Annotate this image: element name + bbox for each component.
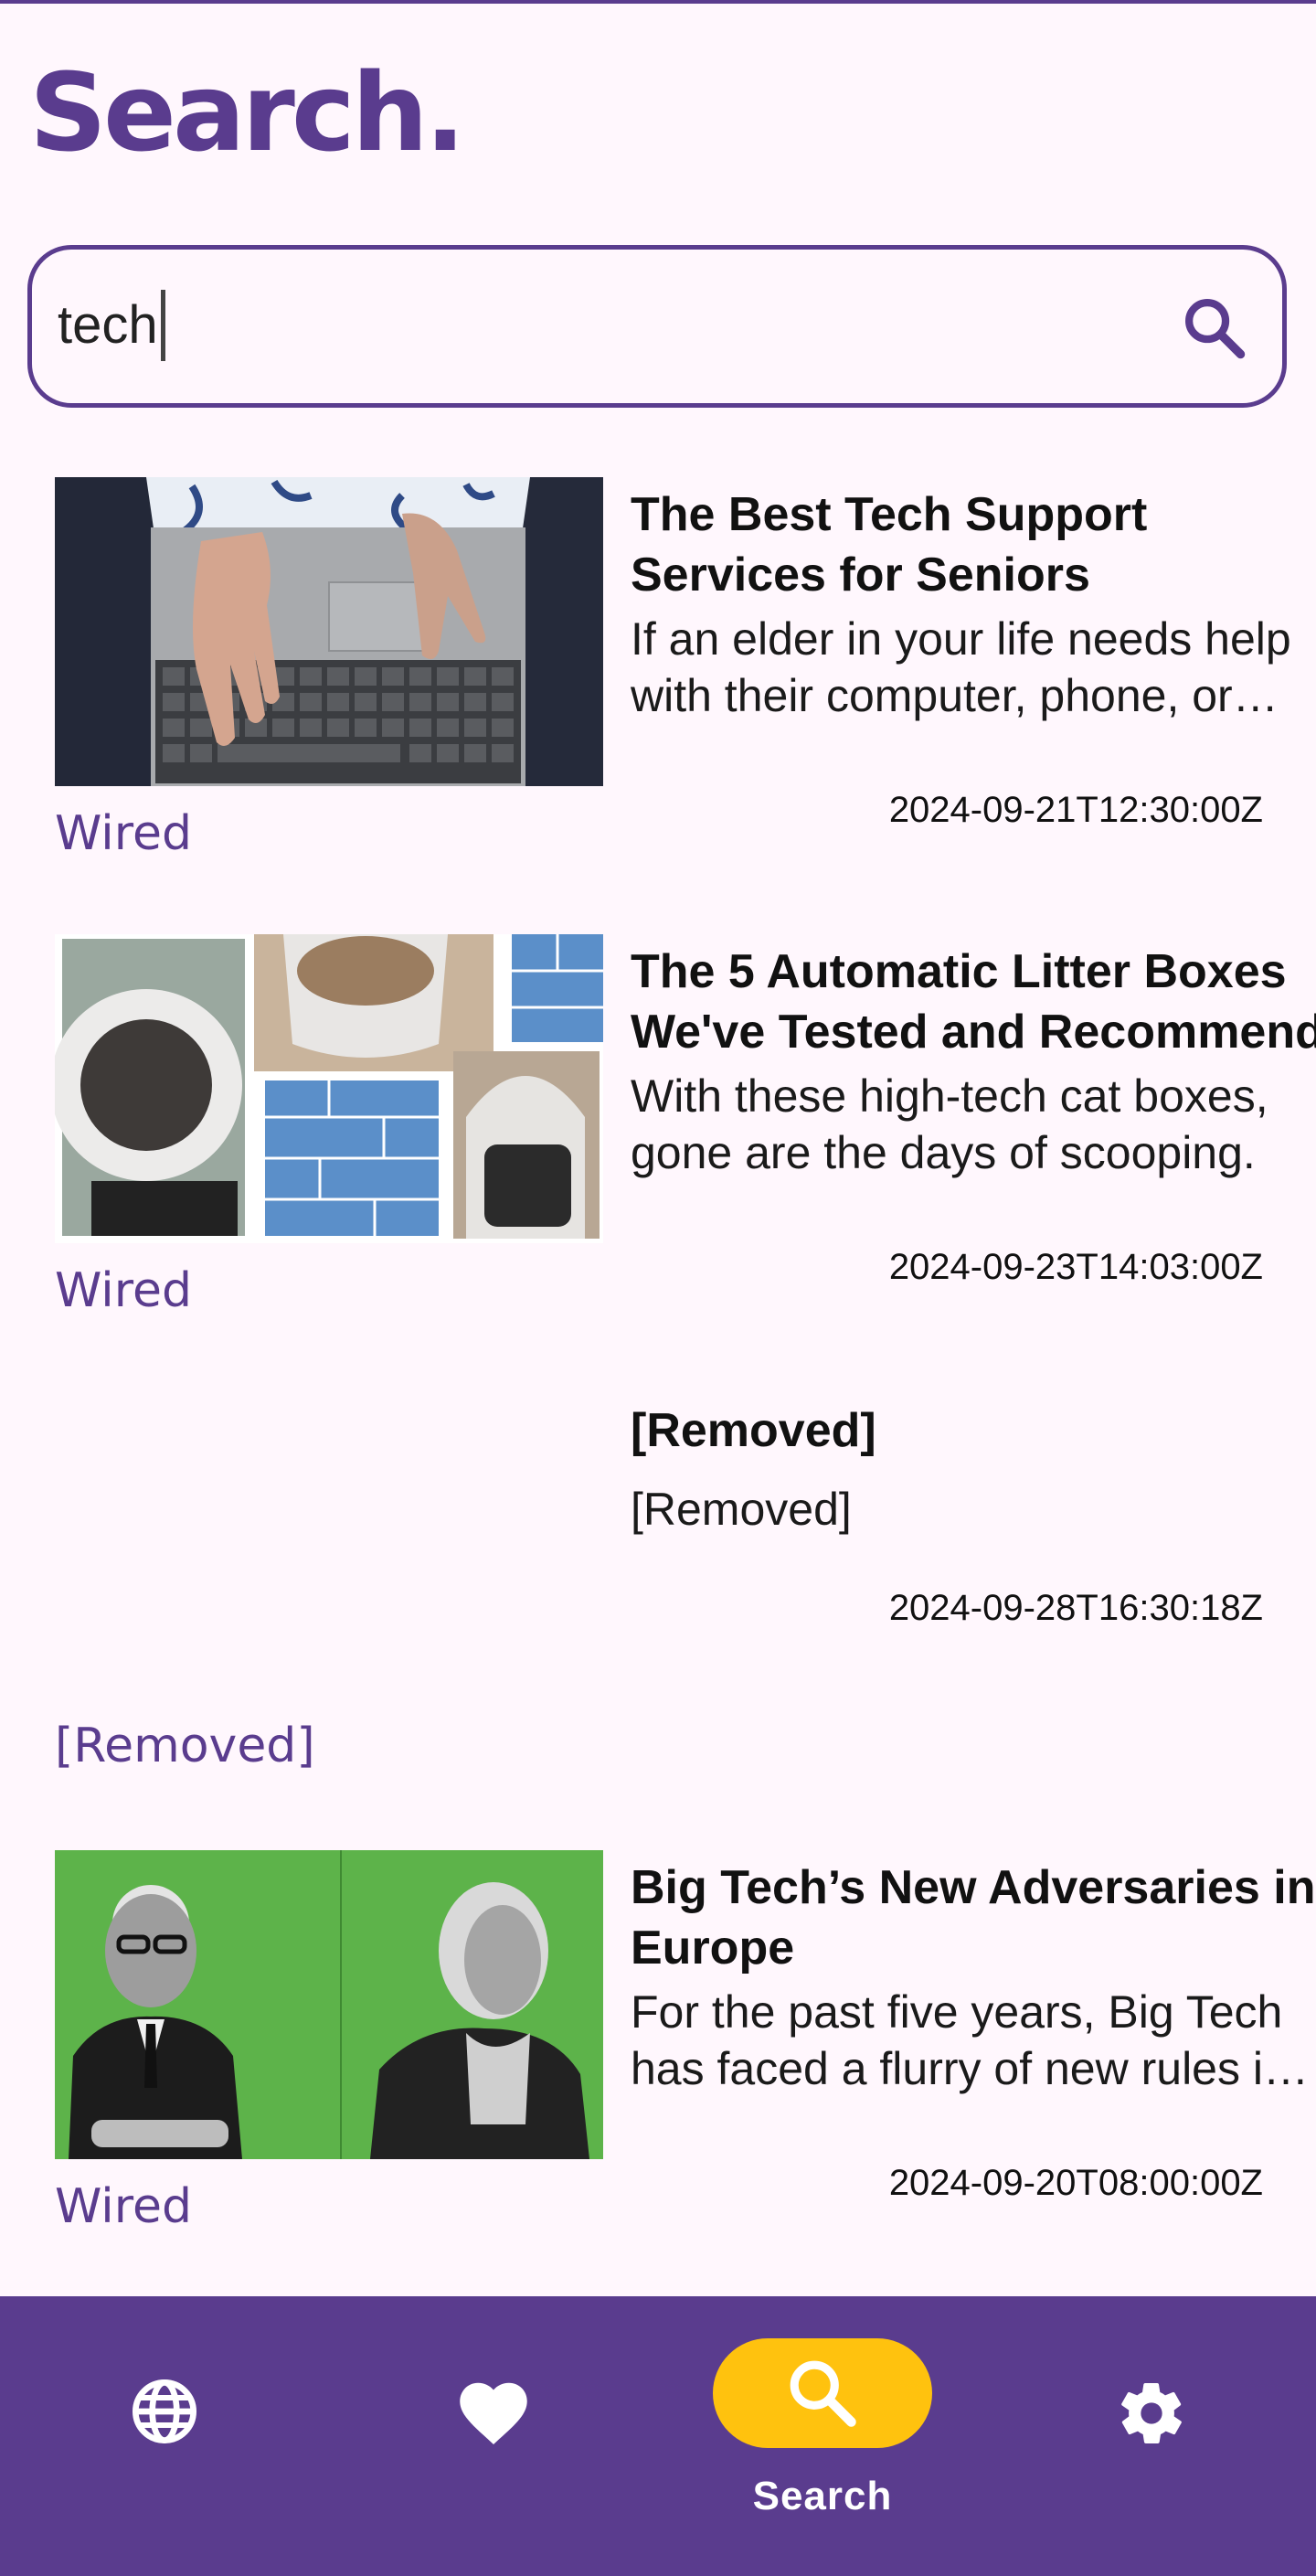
article-headline: The 5 Automatic Litter Boxes We've Teste… [631,945,1316,1059]
nav-item-settings[interactable] [987,2296,1316,2576]
search-icon[interactable] [1180,293,1249,363]
nav-item-explore[interactable] [0,2296,329,2576]
search-input[interactable]: tech [58,290,165,361]
article-card[interactable]: Big Tech’s New Adversaries in Europe For… [55,1850,1315,2234]
article-headline: Big Tech’s New Adversaries in Europe [631,1861,1316,1975]
article-description: With these high-tech cat boxes, gone are… [631,1070,1268,1178]
article-card[interactable]: The 5 Automatic Litter Boxes We've Teste… [55,934,1316,1318]
globe-icon [133,2379,196,2443]
page-title: Search. [29,49,466,176]
article-source: Wired [55,1263,192,1318]
nav-label-search: Search [752,2474,893,2518]
article-thumbnail [55,477,603,786]
search-field[interactable]: tech [27,245,1287,408]
bottom-navigation: Search [0,2296,1316,2576]
search-input-text: tech [58,295,158,355]
article-card[interactable]: [Removed] [Removed] 2024-09-28T16:30:18Z… [55,1391,1263,1812]
nav-item-favorites[interactable] [329,2296,658,2576]
article-thumbnail [55,934,603,1243]
text-caret [160,290,165,361]
gear-icon [1121,2382,1182,2444]
article-source: [Removed] [55,1719,315,1773]
article-date: 2024-09-20T08:00:00Z [888,2163,1263,2203]
search-icon [790,2360,856,2427]
article-source: Wired [55,806,192,861]
article-date: 2024-09-21T12:30:00Z [888,790,1263,830]
article-description: For the past five years, Big Tech has fa… [631,1986,1289,2094]
article-source: Wired [55,2179,192,2234]
article-card[interactable]: The Best Tech Support Services for Senio… [55,477,1291,861]
heart-icon [460,2382,527,2444]
article-thumbnail [55,1850,603,2159]
article-date: 2024-09-23T14:03:00Z [888,1247,1263,1287]
article-description: [Removed] [631,1484,852,1535]
article-description: If an elder in your life needs help with… [631,613,1291,721]
article-headline: [Removed] [631,1404,876,1457]
article-date: 2024-09-28T16:30:18Z [888,1588,1263,1628]
article-headline: The Best Tech Support Services for Senio… [631,488,1148,601]
nav-item-search[interactable]: Search [658,2296,987,2576]
top-divider [0,0,1316,4]
